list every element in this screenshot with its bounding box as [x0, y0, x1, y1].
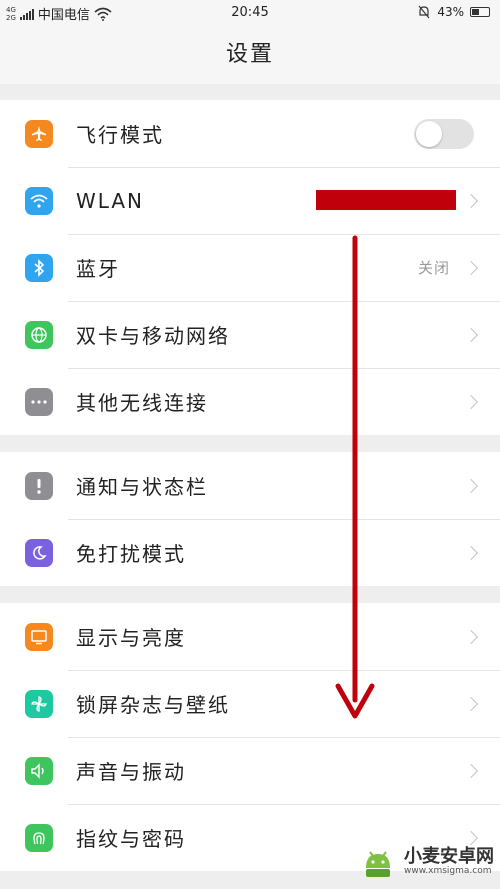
android-logo-icon: [366, 851, 390, 877]
bluetooth-status: 关闭: [417, 259, 450, 277]
watermark-title: 小麦安卓网: [404, 846, 494, 868]
chevron-right-icon: [463, 763, 479, 778]
battery-icon: [470, 7, 490, 17]
fingerprint-icon: [25, 823, 53, 852]
chevron-right-icon: [463, 478, 479, 493]
settings-item-label: 免打扰模式: [76, 542, 186, 566]
settings-item-airplane-mode[interactable]: 飞行模式: [0, 100, 500, 167]
settings-group-display-sound: 显示与亮度 锁屏杂志与壁纸 声音与振动 指纹与密码: [0, 603, 500, 871]
settings-item-label: 蓝牙: [76, 257, 120, 281]
settings-item-label: 双卡与移动网络: [76, 324, 230, 348]
settings-item-other-wireless[interactable]: 其他无线连接: [0, 368, 500, 435]
settings-item-wlan[interactable]: WLAN: [0, 167, 500, 234]
settings-item-label: 显示与亮度: [76, 626, 186, 650]
bell-muted-icon: [418, 5, 430, 19]
chevron-right-icon: [463, 696, 479, 711]
settings-item-label: 锁屏杂志与壁纸: [76, 693, 230, 717]
globe-icon: [25, 320, 53, 349]
settings-item-label: 指纹与密码: [76, 827, 186, 851]
chevron-right-icon: [463, 394, 479, 409]
settings-item-sound-vibration[interactable]: 声音与振动: [0, 737, 500, 804]
settings-item-label: 其他无线连接: [76, 391, 208, 415]
settings-item-label: 通知与状态栏: [76, 475, 208, 499]
more-icon: [25, 387, 53, 416]
speaker-icon: [25, 756, 53, 785]
notification-icon: [25, 471, 53, 500]
settings-item-dual-sim[interactable]: 双卡与移动网络: [0, 301, 500, 368]
settings-group-notifications: 通知与状态栏 免打扰模式: [0, 452, 500, 586]
chevron-right-icon: [463, 193, 479, 208]
redaction-bar: [316, 190, 456, 210]
settings-group-connectivity: 飞行模式 WLAN 蓝牙 关闭 双卡与移动网络 其他无线连接: [0, 100, 500, 435]
settings-item-do-not-disturb[interactable]: 免打扰模式: [0, 519, 500, 586]
settings-item-label: 声音与振动: [76, 760, 186, 784]
airplane-mode-toggle[interactable]: [414, 118, 474, 149]
display-icon: [25, 622, 53, 651]
pinwheel-icon: [25, 689, 53, 718]
chevron-right-icon: [463, 629, 479, 644]
airplane-icon: [25, 119, 53, 148]
chevron-right-icon: [463, 545, 479, 560]
settings-item-label: WLAN: [76, 188, 145, 213]
bluetooth-icon: [25, 253, 53, 282]
page-title: 设置: [0, 26, 500, 84]
chevron-right-icon: [463, 260, 479, 275]
settings-item-label: 飞行模式: [76, 123, 164, 147]
watermark: 小麦安卓网 www.xmsigma.com: [358, 839, 494, 885]
chevron-right-icon: [463, 327, 479, 342]
status-bar: 4G 2G 中国电信 20:45 43%: [0, 0, 500, 26]
settings-item-notifications[interactable]: 通知与状态栏: [0, 452, 500, 519]
settings-item-display-brightness[interactable]: 显示与亮度: [0, 603, 500, 670]
moon-icon: [25, 538, 53, 567]
settings-item-bluetooth[interactable]: 蓝牙 关闭: [0, 234, 500, 301]
wifi-icon: [25, 186, 53, 215]
battery-percent: 43%: [437, 5, 464, 19]
watermark-url: www.xmsigma.com: [404, 865, 492, 876]
settings-item-lockscreen-wallpaper[interactable]: 锁屏杂志与壁纸: [0, 670, 500, 737]
